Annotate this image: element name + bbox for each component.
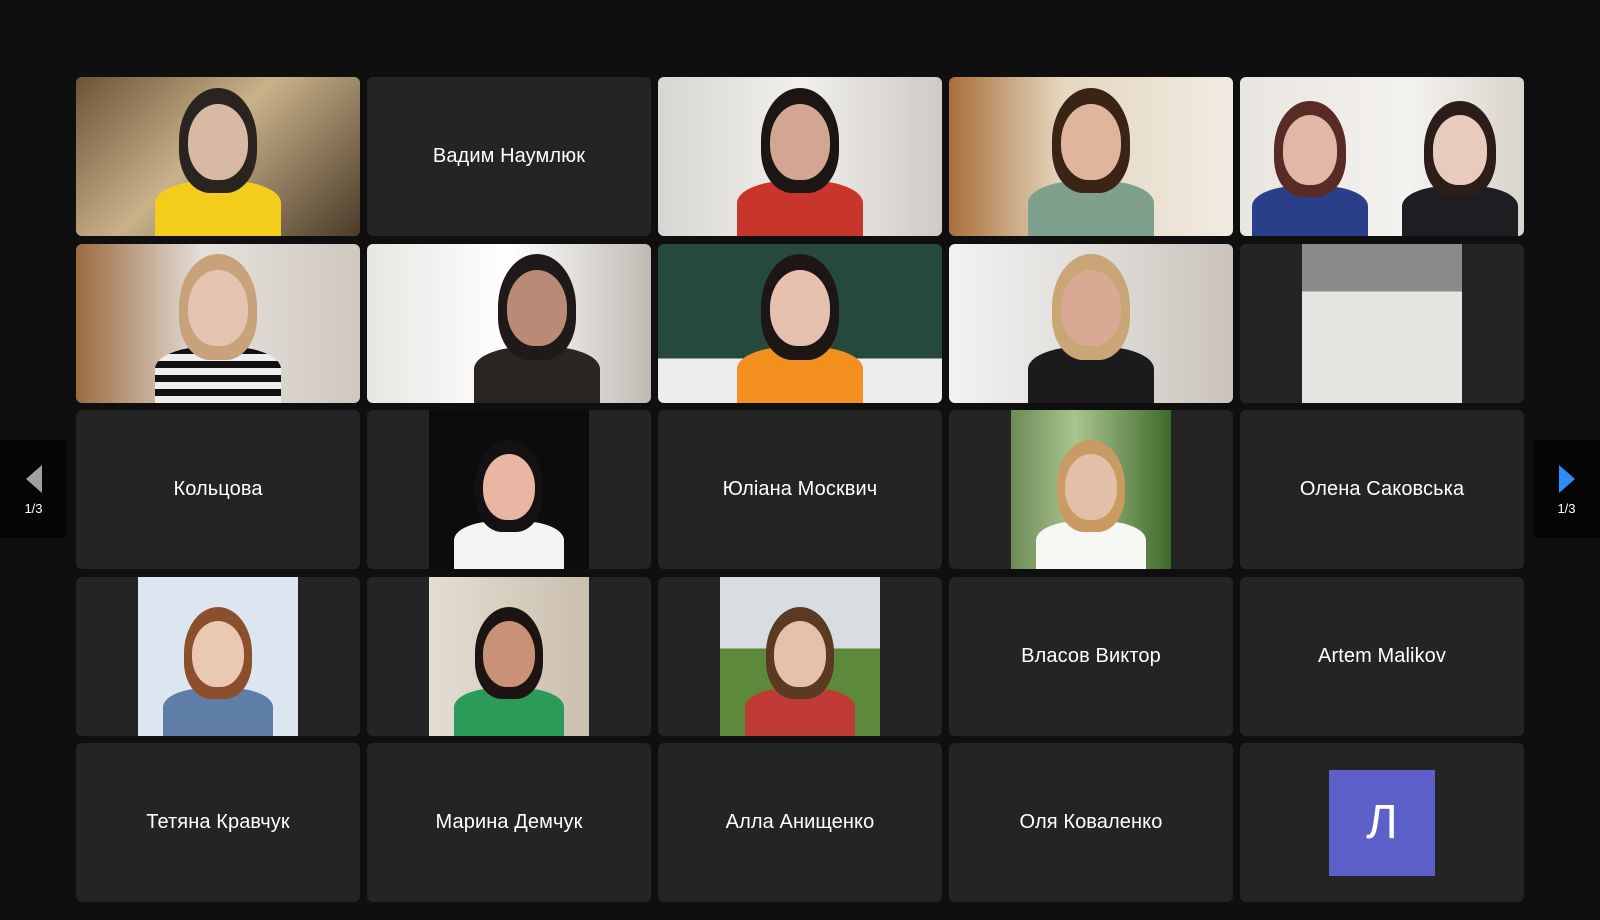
participant-tile[interactable]: Оля Коваленко (949, 743, 1233, 902)
participant-tile[interactable]: Artem Malikov (1240, 576, 1524, 736)
participant-figure (473, 247, 601, 403)
participant-tile[interactable]: Кольцова (76, 410, 360, 569)
prev-page-button[interactable]: 1/3 (0, 440, 67, 538)
next-page-label: 1/3 (1557, 500, 1576, 516)
next-page-button[interactable]: 1/3 (1533, 440, 1600, 538)
participant-video (367, 243, 651, 403)
chevron-right-icon (1558, 464, 1575, 493)
participant-name: Власов Виктор (1021, 644, 1161, 667)
participant-tile[interactable]: Вадим Наумлюк (367, 77, 651, 236)
participant-figure (454, 434, 564, 569)
participant-video (76, 77, 360, 236)
participant-name: Тетяна Кравчук (146, 811, 290, 833)
participant-video (949, 243, 1233, 403)
participant-figure (1027, 81, 1155, 236)
participant-figure (1036, 434, 1146, 569)
participant-figure (163, 601, 273, 736)
participant-tile[interactable] (949, 243, 1233, 403)
participant-video (658, 77, 942, 236)
participant-figure (736, 247, 864, 403)
participant-figure (736, 81, 864, 236)
participant-figure (154, 81, 282, 236)
participant-photo (429, 576, 589, 736)
participant-tile[interactable] (76, 243, 360, 403)
participant-video (76, 243, 360, 403)
participant-tile[interactable] (76, 77, 360, 236)
meeting-gallery-view: Вадим Наумлюк Кольцова Юліана Москвич Олена… (0, 0, 1600, 920)
participant-name: Алла Анищенко (725, 811, 875, 833)
participant-name: Олена Саковська (1299, 478, 1465, 500)
participant-tile[interactable] (367, 410, 651, 569)
participant-tile[interactable] (1240, 77, 1524, 236)
participant-tile[interactable] (367, 243, 651, 403)
participant-name: Оля Коваленко (1019, 811, 1163, 833)
participant-tile[interactable] (658, 77, 942, 236)
participant-video (658, 243, 942, 403)
participant-tile[interactable] (1240, 243, 1524, 403)
participant-name: Кольцова (173, 478, 263, 500)
participant-tile[interactable] (76, 576, 360, 736)
participant-photo (1011, 410, 1171, 569)
participant-name: Марина Демчук (435, 811, 583, 833)
participant-tile[interactable] (949, 410, 1233, 569)
participant-photo (429, 410, 589, 569)
participant-grid: Вадим Наумлюк Кольцова Юліана Москвич Олена… (76, 77, 1525, 902)
participant-tile[interactable]: Власов Виктор (949, 576, 1233, 736)
participant-figure (1252, 94, 1368, 236)
participant-name: Юліана Москвич (722, 478, 878, 500)
participant-video (1240, 77, 1524, 236)
participant-figure (1402, 94, 1518, 236)
participant-figure (454, 601, 564, 736)
participant-figure (745, 601, 855, 736)
participant-video (949, 77, 1233, 236)
participant-tile[interactable] (658, 576, 942, 736)
participant-tile[interactable]: Марина Демчук (367, 743, 651, 902)
participant-tile[interactable]: Олена Саковська (1240, 410, 1524, 569)
participant-figure (1027, 247, 1155, 403)
participant-name: Artem Malikov (1318, 644, 1446, 667)
participant-tile[interactable] (658, 243, 942, 403)
participant-figure (154, 247, 282, 403)
participant-tile[interactable] (949, 77, 1233, 236)
participant-photo (1302, 243, 1462, 403)
participant-photo (720, 576, 880, 736)
participant-name: Вадим Наумлюк (432, 145, 586, 167)
participant-tile[interactable]: Алла Анищенко (658, 743, 942, 902)
participant-tile[interactable] (367, 576, 651, 736)
participant-avatar: Л (1329, 769, 1435, 876)
participant-photo (138, 576, 298, 736)
prev-page-label: 1/3 (24, 500, 43, 516)
participant-tile[interactable]: Юліана Москвич (658, 410, 942, 569)
participant-tile[interactable]: Л (1240, 743, 1524, 902)
chevron-left-icon (25, 464, 42, 493)
participant-tile[interactable]: Тетяна Кравчук (76, 743, 360, 902)
